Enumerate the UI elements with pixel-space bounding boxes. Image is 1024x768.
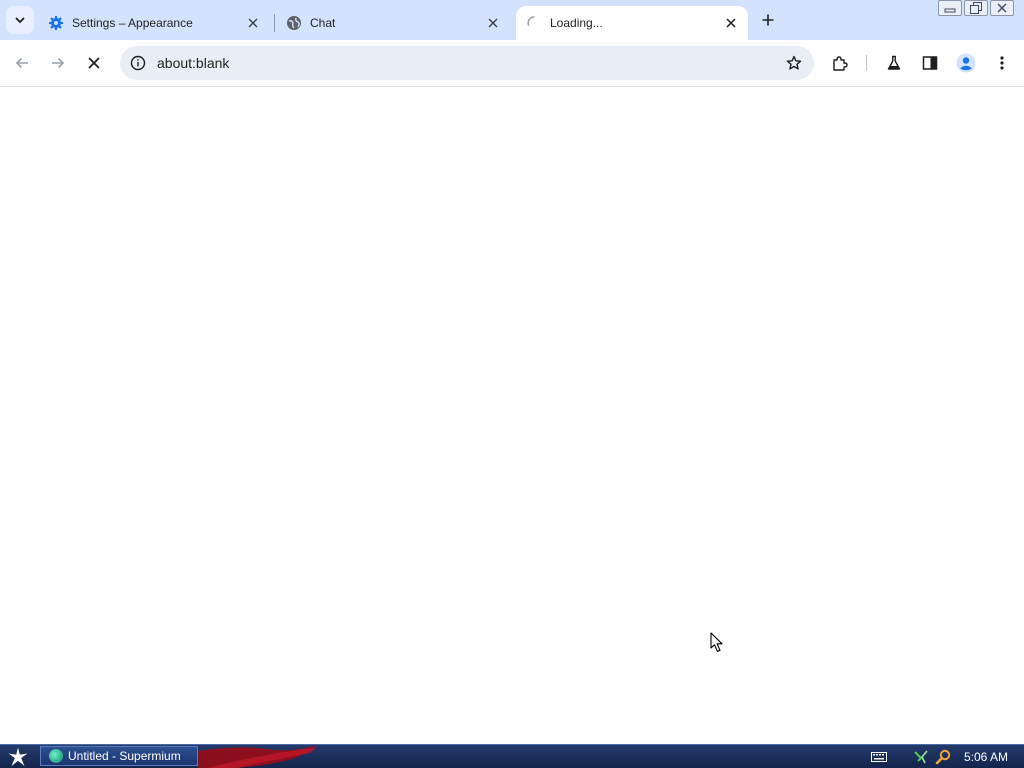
back-icon: [15, 57, 28, 69]
tab-strip: Settings – Appearance Chat Loading...: [0, 0, 1024, 40]
side-panel-button[interactable]: [916, 49, 944, 77]
stop-button[interactable]: [80, 49, 108, 77]
tab-separator: [274, 14, 275, 32]
globe-icon: [286, 15, 302, 31]
page-content[interactable]: [0, 87, 1024, 744]
gear-icon: [48, 15, 64, 31]
forward-button[interactable]: [44, 49, 72, 77]
taskbar-item-label: Untitled - Supermium: [68, 749, 181, 763]
plus-icon: [762, 14, 774, 26]
tab-close-button[interactable]: [484, 14, 502, 32]
bookmark-star-icon[interactable]: [784, 53, 804, 73]
tab-loading[interactable]: Loading...: [516, 6, 748, 40]
url-text[interactable]: about:blank: [157, 55, 229, 71]
menu-icon: [1000, 56, 1004, 70]
forward-icon: [52, 57, 65, 69]
tab-title: Chat: [310, 16, 336, 30]
side-panel-icon: [922, 56, 938, 70]
minimize-button[interactable]: [938, 0, 962, 16]
menu-button[interactable]: [988, 49, 1016, 77]
start-button[interactable]: [4, 746, 32, 768]
profile-button[interactable]: [952, 49, 980, 77]
window-controls: [936, 0, 1014, 18]
extensions-icon: [833, 56, 848, 71]
profile-icon: [956, 53, 976, 73]
taskbar: Untitled - Supermium 5:06 AM: [0, 744, 1024, 768]
close-icon: [997, 3, 1007, 13]
restore-icon: [970, 2, 982, 14]
close-icon: [726, 18, 736, 28]
browser-toolbar: about:blank: [0, 40, 1024, 87]
tab-search-button[interactable]: [6, 6, 34, 34]
close-icon: [488, 18, 498, 28]
close-icon: [248, 18, 258, 28]
search-icon[interactable]: [934, 748, 952, 766]
supermium-app-icon: [49, 749, 63, 763]
mouse-cursor-icon: [710, 632, 723, 653]
start-star-icon: [8, 747, 28, 766]
close-window-button[interactable]: [990, 0, 1014, 16]
loading-spinner-icon: [526, 15, 542, 31]
minimize-icon: [944, 8, 956, 13]
site-info-icon[interactable]: [128, 53, 148, 73]
clock[interactable]: 5:06 AM: [964, 750, 1008, 764]
tab-settings[interactable]: Settings – Appearance: [38, 6, 270, 40]
toolbar-divider: [866, 55, 867, 71]
tab-title: Settings – Appearance: [72, 16, 193, 30]
tab-close-button[interactable]: [722, 14, 740, 32]
address-bar[interactable]: about:blank: [120, 46, 814, 80]
back-button[interactable]: [8, 49, 36, 77]
extensions-button[interactable]: [826, 49, 854, 77]
chevron-down-icon: [15, 17, 25, 24]
network-icon[interactable]: [912, 748, 930, 766]
stop-icon: [88, 57, 100, 69]
taskbar-item-supermium[interactable]: Untitled - Supermium: [40, 746, 198, 766]
tab-title: Loading...: [550, 16, 603, 30]
taskbar-decoration: [198, 745, 316, 768]
keyboard-icon[interactable]: [870, 748, 888, 766]
labs-flask-icon: [887, 55, 901, 70]
tab-close-button[interactable]: [244, 14, 262, 32]
new-tab-button[interactable]: [756, 8, 780, 32]
tab-chat[interactable]: Chat: [276, 6, 510, 40]
restore-button[interactable]: [964, 0, 988, 16]
system-tray: 5:06 AM: [870, 745, 1024, 768]
labs-button[interactable]: [880, 49, 908, 77]
